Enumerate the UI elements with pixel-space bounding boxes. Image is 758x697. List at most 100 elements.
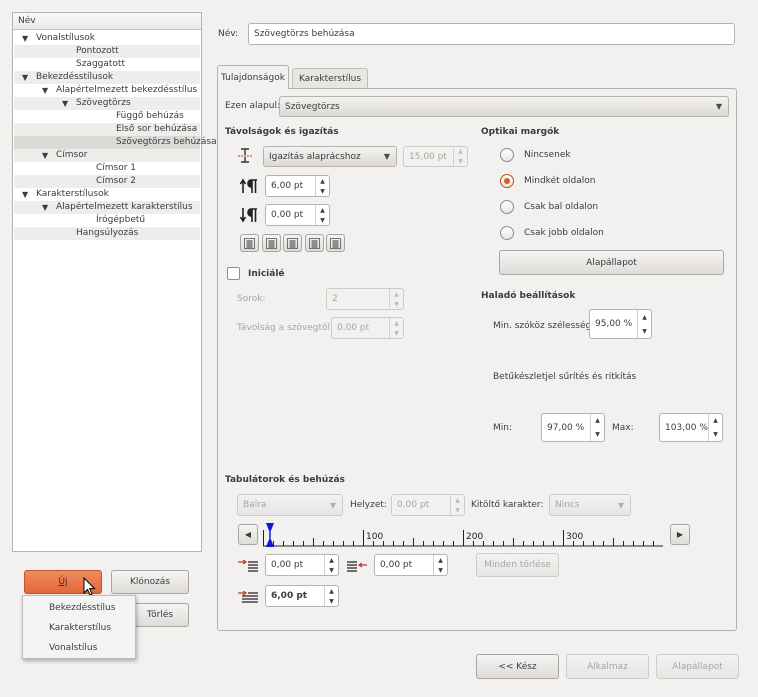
style-name-input[interactable]: Szövegtörzs behúzása (248, 23, 735, 45)
fill-char-combo[interactable]: Nincs ▼ (549, 494, 631, 516)
dropcap-lines-value: 2 (332, 294, 338, 304)
reset-button[interactable]: Alapállapot (656, 654, 739, 679)
style-tree-label: Karakterstílusok (36, 189, 109, 199)
chevron-down-icon: ▼ (715, 102, 722, 111)
style-tree-row[interactable]: Írógépbetű (14, 214, 200, 227)
right-indent-spinner[interactable]: 0,00 pt ▲ ▼ (374, 554, 448, 576)
glyph-max-value: 103,00 % (665, 422, 708, 433)
spinner-arrows[interactable]: ▲ ▼ (708, 414, 722, 441)
expander-icon[interactable]: ▼ (42, 149, 48, 162)
menu-item-paragraph-style[interactable]: Bekezdésstílus (23, 598, 135, 618)
style-tree-row[interactable]: ▼ Alapértelmezett karakterstílus (14, 201, 200, 214)
align-center-icon (265, 237, 277, 249)
style-tree-row[interactable]: Függő behúzás (14, 110, 200, 123)
tab-position-label: Helyzet: (350, 500, 387, 510)
expander-icon[interactable]: ▼ (22, 188, 28, 201)
expander-icon[interactable]: ▼ (22, 32, 28, 45)
tab-alignment-value: Balra (243, 500, 267, 510)
glyph-max-spinner[interactable]: 103,00 % ▲ ▼ (659, 413, 723, 442)
apply-button[interactable]: Alkalmaz (566, 654, 649, 679)
expander-icon[interactable]: ▼ (62, 97, 68, 110)
tab-alignment-combo[interactable]: Balra ▼ (237, 494, 343, 516)
spinner-arrows[interactable]: ▲ ▼ (450, 495, 464, 515)
spinner-arrows[interactable]: ▲ ▼ (324, 555, 338, 575)
style-tree-row[interactable]: Címsor 2 (14, 175, 200, 188)
spinner-arrows[interactable]: ▲ ▼ (453, 147, 467, 166)
dropcap-checkbox[interactable] (227, 267, 240, 280)
clear-all-tabs-button[interactable]: Minden törlése (476, 553, 559, 577)
spinner-arrows[interactable]: ▲ ▼ (389, 289, 403, 309)
style-tree-row[interactable]: ▼ Címsor (14, 149, 200, 162)
tab-character-style[interactable]: Karakterstílus (292, 68, 368, 89)
expander-icon[interactable]: ▼ (42, 84, 48, 97)
optical-option-label: Mindkét oldalon (524, 176, 596, 186)
tab-position-spinner[interactable]: 0,00 pt ▲ ▼ (391, 494, 465, 516)
name-label: Név: (218, 29, 239, 39)
glyph-min-spinner[interactable]: 97,00 % ▲ ▼ (541, 413, 605, 442)
style-tree-label: Bekezdésstílusok (36, 72, 114, 82)
style-tree-row[interactable]: ▼ Vonalstílusok (14, 32, 200, 45)
tab-properties[interactable]: Tulajdonságok (217, 65, 289, 89)
style-tree-label: Pontozott (76, 46, 119, 56)
style-tree-row[interactable]: Hangsúlyozás (14, 227, 200, 240)
align-center-button[interactable] (261, 234, 281, 252)
style-list[interactable]: Név ▼ Vonalstílusok Pontozott Szaggatott ▼ Be… (12, 12, 217, 552)
new-style-button[interactable]: Új (24, 570, 102, 596)
spinner-arrows[interactable]: ▲ ▼ (637, 310, 651, 338)
optical-radio-none[interactable] (500, 148, 514, 162)
optical-radio-left-only[interactable] (500, 200, 514, 214)
indent-marker-icon[interactable] (266, 523, 274, 547)
ruler-scroll-left-button[interactable]: ◀ (238, 524, 258, 545)
style-tree-row[interactable]: ▼ Alapértelmezett bekezdésstílus (14, 84, 200, 97)
menu-item-character-style[interactable]: Karakterstílus (23, 618, 135, 638)
style-tree-row[interactable]: ▼ Karakterstílusok (14, 188, 200, 201)
align-justify-icon (308, 237, 320, 249)
align-justify-button[interactable] (304, 234, 324, 252)
new-style-menu[interactable]: Bekezdésstílus Karakterstílus Vonalstílu… (22, 595, 136, 659)
ruler-label-200: 200 (466, 532, 483, 542)
spinner-arrows[interactable]: ▲ ▼ (389, 318, 403, 338)
tab-ruler[interactable]: 100 200 300 (263, 522, 663, 548)
style-tree-row[interactable]: ▼ Szövegtörzs (14, 97, 200, 110)
chevron-down-icon: ▼ (329, 500, 336, 510)
based-on-combo[interactable]: Szövegtörzs ▼ (279, 96, 729, 117)
min-space-width-spinner[interactable]: 95,00 % ▲ ▼ (589, 309, 652, 339)
style-tree-row[interactable]: Szaggatott (14, 58, 200, 71)
style-tree-row[interactable]: Első sor behúzása (14, 123, 200, 136)
spinner-arrows[interactable]: ▲ ▼ (433, 555, 447, 575)
clone-style-button[interactable]: Klónozás (111, 570, 189, 594)
left-indent-spinner[interactable]: 0,00 pt ▲ ▼ (265, 554, 339, 576)
done-button[interactable]: << Kész (476, 654, 559, 679)
expander-icon[interactable]: ▼ (42, 201, 48, 214)
spinner-arrows[interactable]: ▲ ▼ (590, 414, 604, 441)
style-tree-row[interactable]: Pontozott (14, 45, 200, 58)
align-right-button[interactable] (283, 234, 302, 252)
space-below-value: 0,00 pt (271, 210, 304, 220)
first-line-indent-spinner[interactable]: 6,00 pt ▲ ▼ (265, 585, 339, 607)
ruler-scroll-right-button[interactable]: ▶ (670, 524, 690, 545)
style-tree-row[interactable]: ▼ Bekezdésstílusok (14, 71, 200, 84)
chevron-down-icon: ▼ (383, 152, 390, 161)
style-list-header[interactable]: Név (13, 13, 201, 30)
expander-icon[interactable]: ▼ (22, 71, 28, 84)
style-tree-row[interactable]: Szövegtörzs behúzása (14, 136, 217, 149)
align-left-button[interactable] (240, 234, 259, 252)
optical-option-label: Nincsenek (524, 150, 571, 160)
align-force-justify-button[interactable] (326, 234, 345, 252)
spinner-arrows[interactable]: ▲ ▼ (315, 205, 329, 225)
dropcap-lines-spinner[interactable]: 2 ▲ ▼ (326, 288, 404, 310)
glyph-scaling-title: Betűkészletjel sűrítés és ritkítás (493, 372, 637, 382)
spinner-arrows[interactable]: ▲ ▼ (315, 176, 329, 196)
style-tree-row[interactable]: Címsor 1 (14, 162, 200, 175)
dropcap-distance-spinner[interactable]: 0,00 pt ▲ ▼ (331, 317, 404, 339)
space-below-spinner[interactable]: 0,00 pt ▲ ▼ (265, 204, 330, 226)
space-above-spinner[interactable]: 6,00 pt ▲ ▼ (265, 175, 330, 197)
tab-character-style-label: Karakterstílus (298, 74, 362, 84)
optical-radio-both-sides[interactable] (500, 174, 514, 188)
spinner-arrows[interactable]: ▲ ▼ (324, 586, 338, 606)
menu-item-line-style[interactable]: Vonalstílus (23, 638, 135, 658)
optical-radio-right-only[interactable] (500, 226, 514, 240)
line-spacing-mode-combo[interactable]: Igazítás alaprácshoz ▼ (263, 146, 397, 167)
line-spacing-value-spinner[interactable]: 15,00 pt ▲ ▼ (403, 146, 468, 167)
optical-reset-button[interactable]: Alapállapot (499, 250, 724, 275)
